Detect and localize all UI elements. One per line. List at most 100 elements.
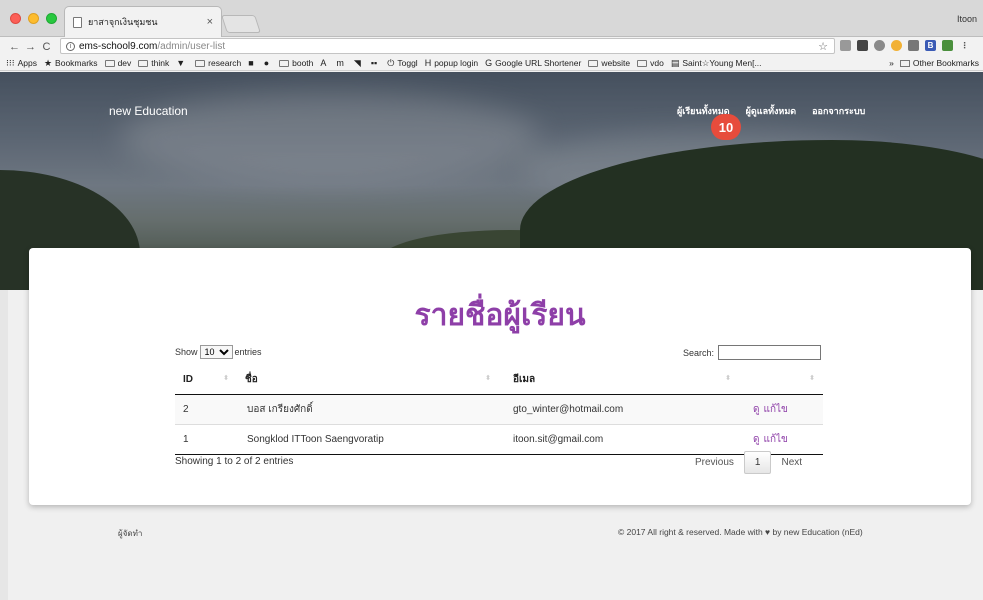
sort-icon: ⬍	[485, 375, 491, 382]
bookmark-label: booth	[292, 58, 314, 68]
bookmark-item[interactable]: vdo	[637, 58, 664, 68]
nav-all-admins[interactable]: ผู้ดูแลทั้งหมด	[746, 104, 796, 118]
tab-close-icon[interactable]: ×	[207, 16, 213, 28]
cell-name: Songklod ITToon Saengvoratip	[237, 424, 499, 455]
colorful-icon: ◥	[353, 57, 361, 68]
search-label: Search:	[683, 347, 715, 358]
folder-icon	[104, 59, 115, 67]
bookmark-item[interactable]: think	[138, 58, 169, 68]
footer-copyright: © 2017 All right & reserved. Made with ♥…	[618, 527, 863, 537]
extension-icons: B ⋮	[840, 40, 970, 51]
h-icon: H	[424, 58, 432, 68]
bookmark-star-icon[interactable]: ☆	[818, 40, 828, 53]
bookmark-item[interactable]: m	[336, 58, 347, 68]
cell-email: gto_winter@hotmail.com	[499, 394, 739, 425]
bookmark-item[interactable]: booth	[279, 58, 313, 68]
cell-id: 1	[175, 424, 237, 455]
folder-icon	[195, 59, 206, 67]
table-row: 1 Songklod ITToon Saengvoratip itoon.sit…	[175, 424, 823, 455]
edit-link[interactable]: แก้ไข	[764, 434, 788, 445]
profile-name[interactable]: Itoon	[957, 14, 977, 24]
bookmark-item[interactable]: ▼	[176, 58, 188, 68]
column-header-email[interactable]: อีเมล ⬍	[499, 366, 739, 395]
top-navigation: ผู้เรียนทั้งหมด ผู้ดูแลทั้งหมด ออกจากระบ…	[677, 104, 865, 118]
entries-select[interactable]: 10	[199, 345, 233, 359]
settings-extension-icon[interactable]	[908, 40, 919, 51]
bookmark-item[interactable]: G Google URL Shortener	[485, 58, 581, 68]
gear-extension-icon[interactable]	[857, 40, 868, 51]
reload-icon[interactable]: C	[40, 41, 53, 53]
new-tab-button[interactable]	[221, 15, 261, 33]
menu-icon[interactable]: ⋮	[959, 40, 970, 51]
table-info: Showing 1 to 2 of 2 entries	[175, 456, 294, 467]
bookmark-item[interactable]: ■	[248, 58, 256, 68]
other-bookmarks-label: Other Bookmarks	[912, 58, 979, 68]
bookmark-item[interactable]: ▪▪	[371, 58, 380, 68]
m-icon: m	[336, 58, 344, 68]
info-icon[interactable]: i	[66, 41, 75, 51]
bookmark-label: Google URL Shortener	[495, 58, 582, 68]
previous-page-button[interactable]: Previous	[685, 452, 744, 473]
bookmark-blue-icon: ■	[248, 58, 254, 68]
column-header-actions[interactable]: ⬍	[739, 366, 823, 395]
edit-link[interactable]: แก้ไข	[764, 404, 788, 415]
table-row: 2 บอส เกรียงศักดิ์ gto_winter@hotmail.co…	[175, 394, 823, 425]
sort-icon: ⬍	[725, 375, 731, 382]
browser-tab-bar: ยาสาจุกเงินชุมชน × Itoon	[0, 0, 983, 37]
toggl-icon: ⏻	[387, 57, 395, 68]
folder-icon	[588, 59, 599, 67]
bookmark-label: Apps	[17, 58, 37, 68]
window-controls	[10, 13, 57, 24]
cell-email: itoon.sit@gmail.com	[499, 424, 739, 455]
view-link[interactable]: ดู	[753, 434, 760, 445]
page-1-button[interactable]: 1	[743, 451, 772, 474]
bookmark-label: dev	[117, 58, 132, 68]
bookmark-item[interactable]: ▤ Saint☆Young Men[...	[671, 58, 762, 69]
bookmark-item[interactable]: ⁝⁝⁝ Apps	[6, 58, 37, 69]
notification-badge: 10	[711, 114, 741, 140]
minimize-window-button[interactable]	[28, 13, 39, 24]
b-extension-icon[interactable]: B	[925, 40, 936, 51]
back-arrow-icon[interactable]: ←	[8, 41, 21, 53]
column-header-name[interactable]: ชื่อ ⬍	[237, 366, 499, 395]
forward-arrow-icon[interactable]: →	[24, 41, 37, 53]
footer-credits-link[interactable]: ผู้จัดทำ	[118, 527, 142, 540]
apps-grid-icon: ⁝⁝⁝	[6, 57, 15, 68]
entries-label: entries	[234, 347, 262, 357]
address-bar[interactable]: i ems-school9.com /admin/user-list ☆	[60, 38, 835, 54]
nav-logout[interactable]: ออกจากระบบ	[812, 104, 865, 118]
maximize-window-button[interactable]	[46, 13, 57, 24]
bookmark-item[interactable]: research	[195, 58, 241, 68]
browser-tab[interactable]: ยาสาจุกเงินชุมชน ×	[64, 6, 222, 37]
chevron-more-icon[interactable]: »	[889, 58, 894, 68]
bookmark-item[interactable]: ⏻ Toggl	[387, 58, 417, 69]
browser-toolbar: ← → C i ems-school9.com /admin/user-list…	[0, 37, 983, 56]
emoji-extension-icon[interactable]	[891, 40, 902, 51]
bookmark-item[interactable]: Hpopup login	[425, 58, 478, 68]
url-path: /admin/user-list	[157, 40, 226, 52]
column-header-id[interactable]: ID ⬍	[175, 366, 237, 395]
cell-actions: ดู แก้ไข	[739, 394, 823, 425]
close-window-button[interactable]	[10, 13, 21, 24]
bookmark-item[interactable]: ◥	[354, 58, 364, 69]
next-page-button[interactable]: Next	[771, 452, 812, 473]
bookmark-item[interactable]: dev	[104, 58, 132, 68]
show-label: Show	[175, 347, 198, 357]
bookmark-label: Bookmarks	[55, 58, 98, 68]
site-brand[interactable]: new Education	[109, 104, 188, 118]
other-bookmarks[interactable]: » Other Bookmarks	[889, 58, 979, 68]
student-list-card: รายชื่อผู้เรียน Show 10 entries Search: …	[29, 248, 971, 505]
bookmark-item[interactable]: A	[320, 58, 329, 68]
camera-extension-icon[interactable]	[840, 40, 851, 51]
circle-extension-icon[interactable]	[874, 40, 885, 51]
view-link[interactable]: ดู	[753, 404, 760, 415]
sort-icon: ⬍	[809, 375, 815, 382]
chart-extension-icon[interactable]	[942, 40, 953, 51]
bookmark-item[interactable]: ●	[264, 58, 272, 68]
bookmark-item[interactable]: ★ Bookmarks	[44, 58, 98, 69]
page-edge	[0, 290, 8, 600]
bookmark-label: think	[151, 58, 170, 68]
bookmark-item[interactable]: website	[588, 58, 630, 68]
page-icon	[73, 16, 82, 28]
search-input[interactable]	[718, 345, 822, 360]
